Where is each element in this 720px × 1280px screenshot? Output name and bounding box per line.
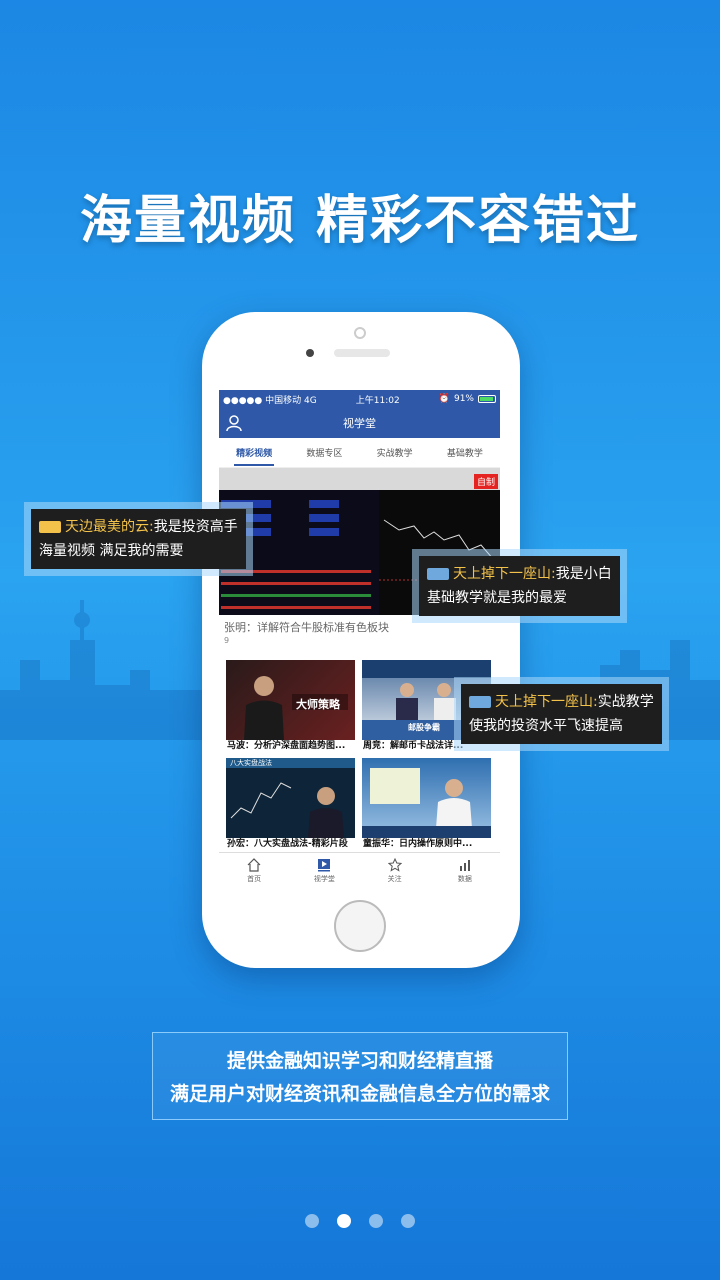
member-badge-icon bbox=[469, 696, 491, 708]
comment-bubble-2: 天上掉下一座山:我是小白 基础教学就是我的最爱 bbox=[412, 549, 627, 623]
feature-description-box: 提供金融知识学习和财经精直播 满足用户对财经资讯和金融信息全方位的需求 bbox=[152, 1032, 568, 1120]
comment-line: 基础教学就是我的最爱 bbox=[427, 590, 567, 606]
page-dot-3[interactable] bbox=[369, 1214, 383, 1228]
phone-screen: ●●●●● 中国移动 4G 上午11:02 ⏰ 91% 视学堂 精彩视频 数据专… bbox=[219, 390, 500, 888]
lecture-image bbox=[362, 768, 491, 838]
video-caption: 童振华：日内操作原则中... bbox=[363, 839, 473, 849]
phone-mockup: ●●●●● 中国移动 4G 上午11:02 ⏰ 91% 视学堂 精彩视频 数据专… bbox=[202, 312, 520, 968]
nav-home[interactable]: 首页 bbox=[229, 857, 279, 884]
tab-practical-teaching[interactable]: 实战教学 bbox=[375, 438, 415, 467]
feature-line-1: 提供金融知识学习和财经精直播 bbox=[226, 1050, 493, 1072]
chart-presenter-image bbox=[226, 758, 355, 838]
video-overlay-title: 大师策略 bbox=[296, 698, 340, 711]
nav-video-school[interactable]: 视学堂 bbox=[299, 858, 349, 884]
page-dot-1[interactable] bbox=[305, 1214, 319, 1228]
video-card[interactable]: 大师策略 马波：分析沪深盘面趋势图... bbox=[226, 660, 355, 754]
video-overlay-title: 八大实盘战法 bbox=[230, 759, 272, 767]
home-icon bbox=[247, 857, 261, 872]
comment-line: 实战教学 bbox=[597, 694, 654, 710]
star-icon bbox=[387, 857, 402, 872]
video-caption: 孙宏：八大实盘战法-精彩片段 bbox=[227, 839, 348, 849]
video-card[interactable]: 八大实盘战法 孙宏：八大实盘战法-精彩片段 bbox=[226, 758, 355, 852]
user-icon[interactable] bbox=[225, 414, 243, 432]
video-caption: 马波：分析沪深盘面趋势图... bbox=[227, 741, 346, 751]
video-overlay-title: 邮股争霸 bbox=[408, 723, 440, 732]
nav-label: 视学堂 bbox=[313, 874, 335, 883]
tab-data-zone[interactable]: 数据专区 bbox=[304, 438, 344, 467]
play-icon bbox=[318, 858, 331, 871]
tab-featured-videos[interactable]: 精彩视频 bbox=[234, 438, 275, 467]
phone-speaker bbox=[334, 349, 390, 357]
tab-basic-teaching[interactable]: 基础教学 bbox=[445, 438, 485, 467]
battery-percent: 91% bbox=[453, 394, 474, 404]
carrier-text: ●●●●● 中国移动 4G bbox=[223, 395, 317, 406]
comment-line: 我是投资高手 bbox=[153, 519, 238, 535]
nav-label: 首页 bbox=[247, 874, 262, 883]
home-button[interactable] bbox=[334, 900, 386, 952]
feature-line-2: 满足用户对财经资讯和金融信息全方位的需求 bbox=[169, 1083, 550, 1105]
nav-label: 数据 bbox=[457, 874, 472, 883]
status-time: 上午11:02 bbox=[355, 395, 400, 406]
comment-line: 使我的投资水平飞速提高 bbox=[469, 718, 623, 734]
status-bar: ●●●●● 中国移动 4G 上午11:02 ⏰ 91% bbox=[219, 390, 500, 408]
comment-bubble-3: 天上掉下一座山:实战教学 使我的投资水平飞速提高 bbox=[454, 677, 669, 751]
page-dot-2[interactable] bbox=[337, 1214, 351, 1228]
battery-icon bbox=[477, 395, 496, 403]
comment-line: 我是小白 bbox=[555, 566, 612, 582]
pagination-dots bbox=[0, 1214, 720, 1228]
bottom-nav: 首页 视学堂 关注 数据 bbox=[219, 852, 500, 888]
commenter-name: 天上掉下一座山: bbox=[495, 694, 598, 710]
nav-label: 关注 bbox=[387, 874, 402, 883]
chart-icon bbox=[459, 859, 470, 871]
video-thumbnail: 八大实盘战法 bbox=[226, 758, 355, 838]
hero-toolbar: 自制 bbox=[219, 468, 500, 490]
vip-badge-icon bbox=[39, 521, 61, 533]
page-dot-4[interactable] bbox=[401, 1214, 415, 1228]
nav-data[interactable]: 数据 bbox=[440, 858, 490, 884]
page-title: 视学堂 bbox=[343, 417, 376, 430]
phone-camera bbox=[354, 327, 366, 339]
headline: 海量视频 精彩不容错过 bbox=[79, 191, 641, 251]
video-card[interactable]: 童振华：日内操作原则中... bbox=[362, 758, 491, 852]
comment-line: 海量视频 满足我的需要 bbox=[39, 543, 184, 559]
app-header: 视学堂 bbox=[219, 408, 500, 438]
video-thumbnail bbox=[362, 758, 491, 838]
member-badge-icon bbox=[427, 568, 449, 580]
phone-sensor bbox=[306, 349, 314, 357]
hero-badge: 自制 bbox=[473, 474, 498, 489]
hero-subtext: 9 bbox=[224, 636, 230, 645]
video-thumbnail: 大师策略 bbox=[226, 660, 355, 740]
nav-follow[interactable]: 关注 bbox=[370, 857, 420, 884]
alarm-icon: ⏰ bbox=[438, 394, 450, 404]
comment-bubble-1: 天边最美的云:我是投资高手 海量视频 满足我的需要 bbox=[24, 502, 253, 576]
commenter-name: 天边最美的云: bbox=[65, 519, 154, 535]
commenter-name: 天上掉下一座山: bbox=[453, 566, 556, 582]
tab-bar: 精彩视频 数据专区 实战教学 基础教学 bbox=[219, 438, 500, 468]
